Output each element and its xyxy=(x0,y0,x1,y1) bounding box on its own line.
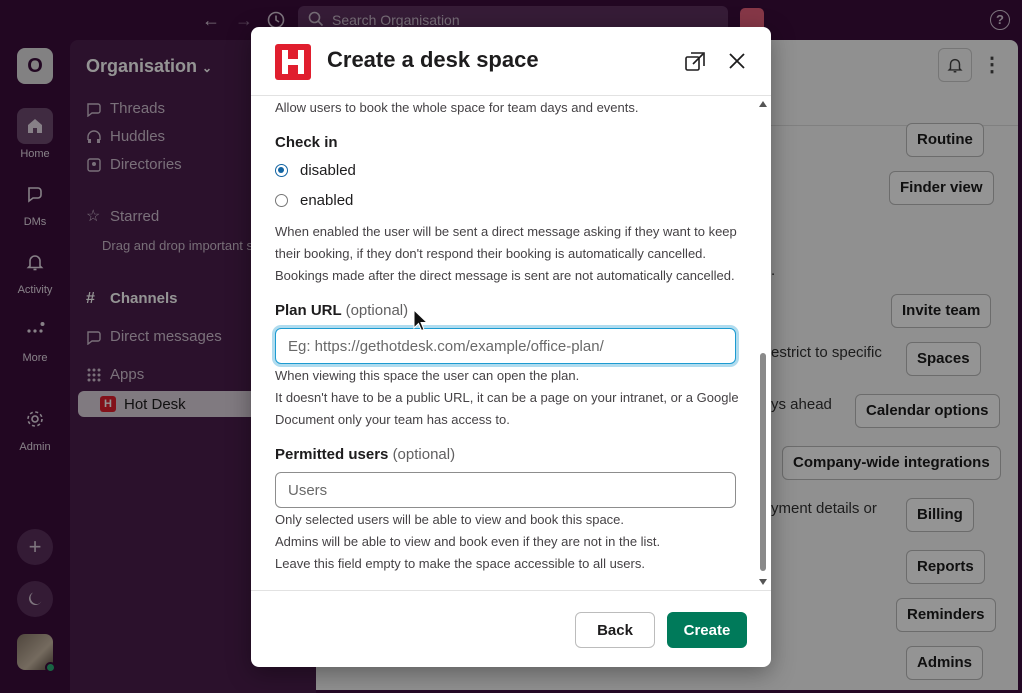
radio-label: disabled xyxy=(300,162,356,179)
radio-disabled[interactable] xyxy=(275,164,288,177)
plan-url-label: Plan URL (optional) xyxy=(275,302,408,319)
check-in-enabled-option[interactable]: enabled xyxy=(275,192,353,209)
scrollbar-thumb[interactable] xyxy=(760,353,766,571)
scroll-down-arrow-icon[interactable] xyxy=(759,579,767,585)
radio-label: enabled xyxy=(300,192,354,209)
plan-url-help-1: When viewing this space the user can ope… xyxy=(275,368,580,383)
radio-enabled[interactable] xyxy=(275,194,288,207)
hot-desk-logo-icon xyxy=(275,44,311,80)
popout-window-icon[interactable] xyxy=(684,51,706,73)
permitted-users-help-3: Leave this field empty to make the space… xyxy=(275,556,645,571)
optional-tag: (optional) xyxy=(345,302,409,319)
back-button[interactable]: Back xyxy=(575,612,655,648)
create-button[interactable]: Create xyxy=(667,612,747,648)
permitted-users-help-1: Only selected users will be able to view… xyxy=(275,512,625,527)
check-in-help: When enabled the user will be sent a dir… xyxy=(275,224,737,283)
plan-url-input[interactable] xyxy=(275,328,736,364)
create-desk-space-modal: Create a desk space Allow users to book … xyxy=(251,27,771,667)
modal-footer: Back Create xyxy=(251,590,771,667)
permitted-users-label: Permitted users (optional) xyxy=(275,446,455,463)
check-in-label: Check in xyxy=(275,134,338,151)
whole-space-help: Allow users to book the whole space for … xyxy=(275,100,639,115)
modal-title: Create a desk space xyxy=(327,47,539,72)
modal-header: Create a desk space xyxy=(251,27,771,96)
mouse-cursor-icon xyxy=(413,309,429,332)
scroll-up-arrow-icon[interactable] xyxy=(759,101,767,107)
permitted-users-input[interactable] xyxy=(275,472,736,508)
modal-scrollbar[interactable] xyxy=(756,97,770,589)
modal-body[interactable]: Allow users to book the whole space for … xyxy=(251,97,771,589)
plan-url-help-2: It doesn't have to be a public URL, it c… xyxy=(275,390,739,427)
close-icon[interactable] xyxy=(725,49,749,73)
plan-url-label-text: Plan URL xyxy=(275,302,342,319)
permitted-users-help-2: Admins will be able to view and book eve… xyxy=(275,534,661,549)
check-in-disabled-option[interactable]: disabled xyxy=(275,162,356,179)
permitted-users-label-text: Permitted users xyxy=(275,446,389,463)
optional-tag: (optional) xyxy=(392,446,456,463)
